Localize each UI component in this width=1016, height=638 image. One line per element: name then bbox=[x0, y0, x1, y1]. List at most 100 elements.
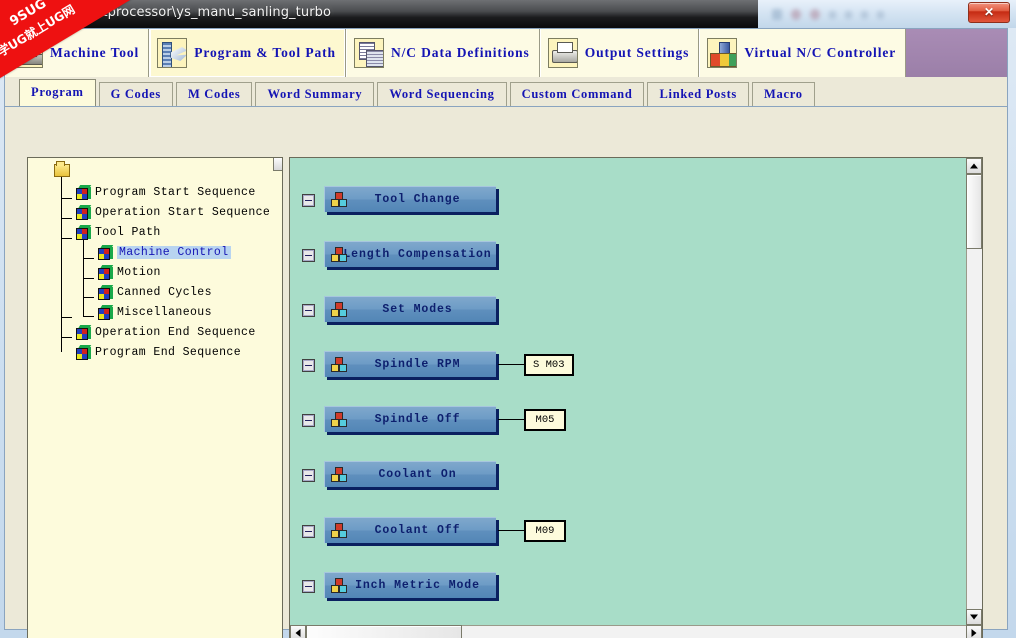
node-cube-icon bbox=[98, 244, 114, 260]
tree-item-program-end-sequence[interactable]: Program End Sequence bbox=[50, 342, 282, 362]
tab-program[interactable]: Program bbox=[19, 79, 96, 106]
code-box-spindle-rpm[interactable]: S M03 bbox=[524, 354, 574, 376]
tab-macro[interactable]: Macro bbox=[752, 82, 815, 106]
block-button-length-compensation[interactable]: Length Compensation bbox=[324, 241, 496, 267]
tree-item-machine-control[interactable]: Machine Control bbox=[50, 242, 282, 262]
tree-item-canned-cycles[interactable]: Canned Cycles bbox=[50, 282, 282, 302]
toolbar-item-nc-data-definitions[interactable]: N/C Data Definitions bbox=[345, 29, 540, 77]
tree-item-label: Tool Path bbox=[95, 225, 161, 239]
tab-strip: Program G Codes M Codes Word Summary Wor… bbox=[5, 77, 1007, 107]
vertical-scrollbar[interactable] bbox=[966, 158, 982, 625]
tree-item-tool-path[interactable]: Tool Path bbox=[50, 222, 282, 242]
toolbar-item-label: Output Settings bbox=[584, 45, 690, 60]
block-connector-line bbox=[498, 364, 524, 365]
node-cube-icon bbox=[98, 264, 114, 280]
toolbar-item-label: N/C Data Definitions bbox=[390, 45, 530, 60]
horizontal-scrollbar[interactable] bbox=[290, 625, 982, 638]
block-button-coolant-off[interactable]: Coolant Off bbox=[324, 517, 496, 543]
code-box-coolant-off[interactable]: M09 bbox=[524, 520, 566, 542]
close-button[interactable]: ✕ bbox=[968, 2, 1010, 23]
collapse-toggle[interactable] bbox=[302, 249, 315, 262]
virtual-controller-icon bbox=[707, 38, 738, 68]
scroll-up-button[interactable] bbox=[966, 158, 982, 174]
code-box-spindle-off[interactable]: M05 bbox=[524, 409, 566, 431]
collapse-toggle[interactable] bbox=[302, 304, 315, 317]
block-diagram-canvas[interactable]: Tool Change Length Compensation Set Mode… bbox=[290, 158, 966, 625]
toolbar-item-label: Program & Tool Path bbox=[194, 45, 336, 60]
block-label: Tool Change bbox=[374, 193, 461, 206]
program-tool-path-icon bbox=[157, 38, 188, 68]
vertical-scroll-thumb[interactable] bbox=[966, 174, 982, 249]
tab-custom-command[interactable]: Custom Command bbox=[509, 82, 645, 106]
block-connector-line bbox=[498, 419, 524, 420]
tree-item-label: Program Start Sequence bbox=[95, 185, 256, 199]
tab-g-codes[interactable]: G Codes bbox=[98, 82, 173, 106]
block-label: Inch Metric Mode bbox=[355, 579, 480, 592]
block-cubes-icon bbox=[331, 302, 348, 318]
block-cubes-icon bbox=[331, 523, 348, 539]
collapse-toggle[interactable] bbox=[302, 194, 315, 207]
printer-icon bbox=[547, 38, 578, 68]
collapse-toggle[interactable] bbox=[302, 525, 315, 538]
collapse-toggle[interactable] bbox=[302, 359, 315, 372]
chevron-down-icon bbox=[970, 614, 978, 620]
block-cubes-icon bbox=[331, 467, 348, 483]
tree-item-label: Program End Sequence bbox=[95, 345, 242, 359]
node-cube-icon bbox=[98, 304, 114, 320]
scroll-left-button[interactable] bbox=[290, 625, 306, 638]
block-connector-line bbox=[498, 530, 524, 531]
collapse-toggle[interactable] bbox=[302, 414, 315, 427]
nc-data-definitions-icon bbox=[353, 38, 384, 68]
block-cubes-icon bbox=[331, 192, 348, 208]
chevron-right-icon bbox=[971, 629, 977, 637]
node-cube-icon bbox=[76, 344, 92, 360]
tree-item-label: Operation End Sequence bbox=[95, 325, 256, 339]
block-button-tool-change[interactable]: Tool Change bbox=[324, 186, 496, 212]
block-label: Coolant On bbox=[378, 468, 457, 481]
tree-item-label: Motion bbox=[117, 265, 161, 279]
program-tree: Program Start Sequence Operation Start S… bbox=[28, 158, 282, 362]
scroll-right-button[interactable] bbox=[966, 625, 982, 638]
toolbar-item-label: Machine Tool bbox=[50, 45, 140, 60]
chevron-up-icon bbox=[970, 163, 978, 169]
content-area: Program Start Sequence Operation Start S… bbox=[5, 107, 1007, 638]
block-label: Set Modes bbox=[382, 303, 453, 316]
block-cubes-icon bbox=[331, 412, 348, 428]
block-button-spindle-rpm[interactable]: Spindle RPM bbox=[324, 351, 496, 377]
node-cube-icon bbox=[98, 284, 114, 300]
tree-item-miscellaneous[interactable]: Miscellaneous bbox=[50, 302, 282, 322]
block-label: Coolant Off bbox=[374, 524, 461, 537]
block-button-coolant-on[interactable]: Coolant On bbox=[324, 461, 496, 487]
horizontal-scroll-thumb[interactable] bbox=[306, 625, 462, 638]
toolbar-item-output-settings[interactable]: Output Settings bbox=[539, 29, 700, 77]
application-window: ...\postprocessor\ys_manu_sanling_turbo … bbox=[0, 0, 1016, 638]
tree-scroll-handle[interactable] bbox=[273, 158, 282, 171]
program-tree-panel[interactable]: Program Start Sequence Operation Start S… bbox=[27, 157, 283, 638]
block-button-set-modes[interactable]: Set Modes bbox=[324, 296, 496, 322]
tree-item-program-start-sequence[interactable]: Program Start Sequence bbox=[50, 182, 282, 202]
block-button-inch-metric-mode[interactable]: Inch Metric Mode bbox=[324, 572, 496, 598]
tab-word-summary[interactable]: Word Summary bbox=[255, 82, 375, 106]
tree-item-operation-end-sequence[interactable]: Operation End Sequence bbox=[50, 322, 282, 342]
tab-m-codes[interactable]: M Codes bbox=[175, 82, 253, 106]
tree-item-label: Operation Start Sequence bbox=[95, 205, 271, 219]
tree-item-operation-start-sequence[interactable]: Operation Start Sequence bbox=[50, 202, 282, 222]
tree-item-label: Miscellaneous bbox=[117, 305, 212, 319]
block-cubes-icon bbox=[331, 357, 348, 373]
toolbar-item-label: Virtual N/C Controller bbox=[744, 45, 897, 60]
collapse-toggle[interactable] bbox=[302, 469, 315, 482]
node-cube-icon bbox=[76, 224, 92, 240]
toolbar-item-virtual-nc-controller[interactable]: Virtual N/C Controller bbox=[699, 29, 907, 77]
collapse-toggle[interactable] bbox=[302, 580, 315, 593]
node-cube-icon bbox=[76, 324, 92, 340]
toolbar-item-program-tool-path[interactable]: Program & Tool Path bbox=[149, 29, 346, 77]
block-label: Spindle Off bbox=[374, 413, 461, 426]
tab-word-sequencing[interactable]: Word Sequencing bbox=[377, 82, 507, 106]
tree-item-motion[interactable]: Motion bbox=[50, 262, 282, 282]
node-cube-icon bbox=[76, 184, 92, 200]
scroll-down-button[interactable] bbox=[966, 609, 982, 625]
tab-linked-posts[interactable]: Linked Posts bbox=[647, 82, 750, 106]
block-button-spindle-off[interactable]: Spindle Off bbox=[324, 406, 496, 432]
main-toolbar: Machine Tool Program & Tool Path N/C Dat… bbox=[5, 29, 1007, 77]
node-cube-icon bbox=[76, 204, 92, 220]
